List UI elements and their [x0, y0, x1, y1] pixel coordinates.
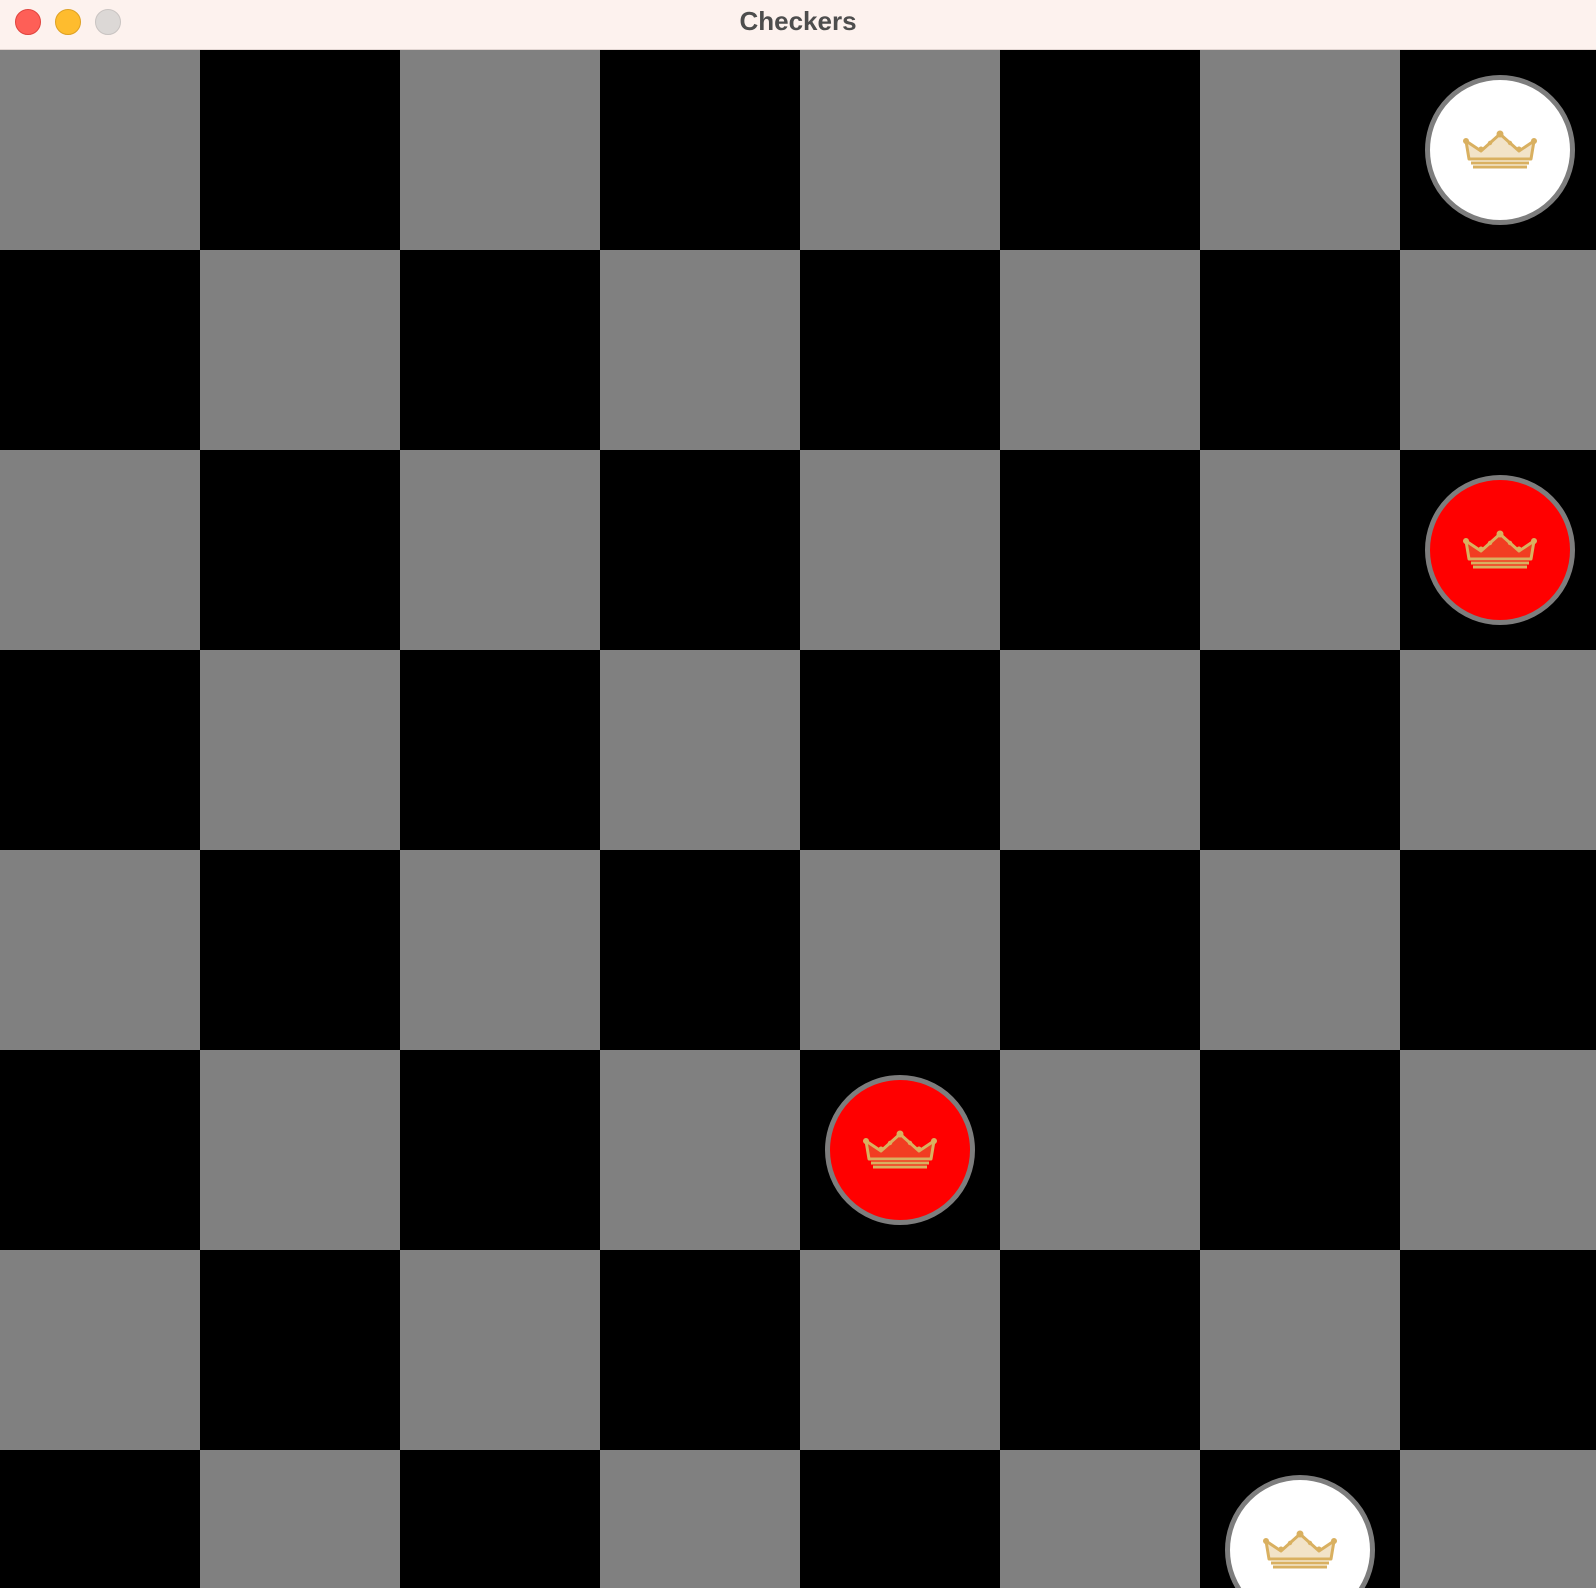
crown-icon: [863, 1130, 937, 1169]
square-r1-c5[interactable]: [1000, 250, 1200, 450]
square-r5-c0[interactable]: [0, 1050, 200, 1250]
square-r1-c7[interactable]: [1400, 250, 1596, 450]
square-r6-c0[interactable]: [0, 1250, 200, 1450]
square-r5-c2[interactable]: [400, 1050, 600, 1250]
square-r4-c1[interactable]: [200, 850, 400, 1050]
square-r1-c4[interactable]: [800, 250, 1000, 450]
square-r2-c6[interactable]: [1200, 450, 1400, 650]
square-r6-c4[interactable]: [800, 1250, 1000, 1450]
square-r5-c3[interactable]: [600, 1050, 800, 1250]
square-r6-c3[interactable]: [600, 1250, 800, 1450]
crown-icon: [1463, 130, 1537, 169]
square-r6-c6[interactable]: [1200, 1250, 1400, 1450]
square-r2-c5[interactable]: [1000, 450, 1200, 650]
white-king-piece[interactable]: [1225, 1475, 1375, 1588]
red-king-piece[interactable]: [825, 1075, 975, 1225]
square-r2-c2[interactable]: [400, 450, 600, 650]
square-r0-c3[interactable]: [600, 50, 800, 250]
square-r3-c4[interactable]: [800, 650, 1000, 850]
square-r0-c7[interactable]: [1400, 50, 1596, 250]
square-r5-c7[interactable]: [1400, 1050, 1596, 1250]
square-r0-c5[interactable]: [1000, 50, 1200, 250]
square-r2-c7[interactable]: [1400, 450, 1596, 650]
square-r4-c5[interactable]: [1000, 850, 1200, 1050]
square-r2-c4[interactable]: [800, 450, 1000, 650]
checkers-board[interactable]: [0, 50, 1596, 1588]
square-r7-c6[interactable]: [1200, 1450, 1400, 1588]
title-bar[interactable]: Checkers: [0, 0, 1596, 50]
square-r1-c2[interactable]: [400, 250, 600, 450]
square-r4-c4[interactable]: [800, 850, 1000, 1050]
square-r0-c6[interactable]: [1200, 50, 1400, 250]
square-r7-c0[interactable]: [0, 1450, 200, 1588]
crown-icon: [1263, 1530, 1337, 1569]
square-r7-c7[interactable]: [1400, 1450, 1596, 1588]
square-r1-c1[interactable]: [200, 250, 400, 450]
square-r5-c1[interactable]: [200, 1050, 400, 1250]
square-r7-c1[interactable]: [200, 1450, 400, 1588]
square-r7-c2[interactable]: [400, 1450, 600, 1588]
square-r2-c3[interactable]: [600, 450, 800, 650]
square-r3-c6[interactable]: [1200, 650, 1400, 850]
square-r3-c0[interactable]: [0, 650, 200, 850]
square-r1-c3[interactable]: [600, 250, 800, 450]
white-king-piece[interactable]: [1425, 75, 1575, 225]
crown-icon: [1463, 530, 1537, 569]
red-king-piece[interactable]: [1425, 475, 1575, 625]
square-r4-c6[interactable]: [1200, 850, 1400, 1050]
square-r0-c0[interactable]: [0, 50, 200, 250]
square-r7-c3[interactable]: [600, 1450, 800, 1588]
square-r3-c1[interactable]: [200, 650, 400, 850]
square-r2-c1[interactable]: [200, 450, 400, 650]
square-r1-c6[interactable]: [1200, 250, 1400, 450]
square-r3-c3[interactable]: [600, 650, 800, 850]
square-r4-c7[interactable]: [1400, 850, 1596, 1050]
square-r0-c2[interactable]: [400, 50, 600, 250]
square-r4-c3[interactable]: [600, 850, 800, 1050]
window-title: Checkers: [739, 6, 857, 36]
square-r5-c5[interactable]: [1000, 1050, 1200, 1250]
square-r6-c2[interactable]: [400, 1250, 600, 1450]
checkers-window: Checkers: [0, 0, 1596, 1588]
square-r4-c0[interactable]: [0, 850, 200, 1050]
square-r3-c5[interactable]: [1000, 650, 1200, 850]
square-r5-c6[interactable]: [1200, 1050, 1400, 1250]
square-r6-c7[interactable]: [1400, 1250, 1596, 1450]
square-r6-c5[interactable]: [1000, 1250, 1200, 1450]
square-r5-c4[interactable]: [800, 1050, 1000, 1250]
square-r0-c4[interactable]: [800, 50, 1000, 250]
square-r3-c7[interactable]: [1400, 650, 1596, 850]
square-r7-c5[interactable]: [1000, 1450, 1200, 1588]
square-r2-c0[interactable]: [0, 450, 200, 650]
square-r0-c1[interactable]: [200, 50, 400, 250]
square-r6-c1[interactable]: [200, 1250, 400, 1450]
square-r4-c2[interactable]: [400, 850, 600, 1050]
square-r3-c2[interactable]: [400, 650, 600, 850]
square-r7-c4[interactable]: [800, 1450, 1000, 1588]
square-r1-c0[interactable]: [0, 250, 200, 450]
